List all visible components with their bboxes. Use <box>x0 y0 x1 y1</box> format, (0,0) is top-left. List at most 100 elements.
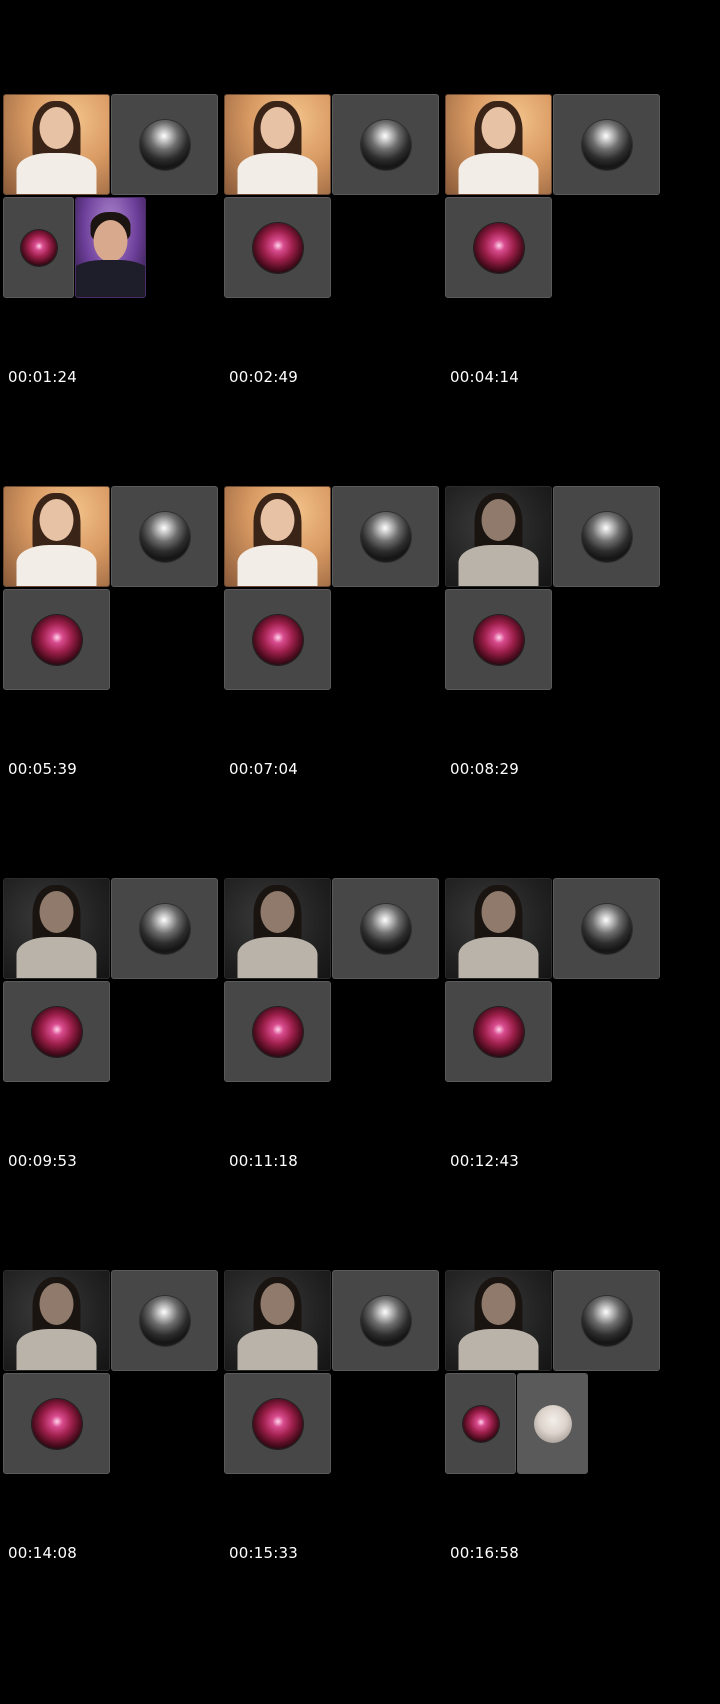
participant-avatar-tile[interactable] <box>445 1373 516 1474</box>
frame-timestamp: 00:09:53 <box>8 1152 77 1170</box>
participant-avatar-tile[interactable] <box>332 486 439 587</box>
person-silhouette <box>225 879 330 978</box>
person-silhouette <box>4 95 109 194</box>
participant-video-tile[interactable] <box>3 1270 110 1371</box>
participant-avatar-tile[interactable] <box>3 981 110 1082</box>
frame-timestamp: 00:05:39 <box>8 760 77 778</box>
participant-avatar-tile[interactable] <box>3 1373 110 1474</box>
avatar-icon <box>473 1006 524 1057</box>
participant-avatar-tile[interactable] <box>553 878 660 979</box>
participant-avatar-tile[interactable] <box>553 486 660 587</box>
participant-video-tile[interactable] <box>224 1270 331 1371</box>
person-silhouette <box>225 1271 330 1370</box>
frame-cell: 00:01:24 <box>3 0 243 425</box>
avatar-icon <box>473 222 524 273</box>
frame-cell: 00:11:18 <box>224 784 464 1209</box>
avatar-icon <box>139 1295 190 1346</box>
avatar-icon <box>31 1398 82 1449</box>
frame-cell: 00:08:29 <box>445 392 685 817</box>
avatar-icon <box>31 614 82 665</box>
avatar-icon <box>473 614 524 665</box>
participant-video-tile[interactable] <box>224 878 331 979</box>
avatar-icon <box>139 119 190 170</box>
person-silhouette <box>4 879 109 978</box>
participant-avatar-tile[interactable] <box>224 589 331 690</box>
avatar-icon <box>252 614 303 665</box>
participant-video-tile[interactable] <box>445 486 552 587</box>
frame-timestamp: 00:02:49 <box>229 368 298 386</box>
person-silhouette <box>76 198 145 297</box>
person-silhouette <box>4 1271 109 1370</box>
avatar-icon <box>252 222 303 273</box>
avatar-icon <box>581 1295 632 1346</box>
participant-avatar-tile[interactable] <box>445 981 552 1082</box>
frame-timestamp: 00:07:04 <box>229 760 298 778</box>
participant-avatar-tile[interactable] <box>224 981 331 1082</box>
frame-cell: 00:04:14 <box>445 0 685 425</box>
participant-avatar-tile[interactable] <box>553 94 660 195</box>
participant-avatar-tile[interactable] <box>3 197 74 298</box>
participant-avatar-tile[interactable] <box>445 197 552 298</box>
participant-video-tile[interactable] <box>445 94 552 195</box>
participant-video-tile[interactable] <box>3 486 110 587</box>
participant-avatar-tile[interactable] <box>111 486 218 587</box>
frame-cell: 00:07:04 <box>224 392 464 817</box>
avatar-icon <box>31 1006 82 1057</box>
avatar-icon <box>360 1295 411 1346</box>
participant-avatar-tile[interactable] <box>553 1270 660 1371</box>
participant-video-tile[interactable] <box>445 1270 552 1371</box>
participant-video-tile[interactable] <box>445 878 552 979</box>
frame-cell: 00:05:39 <box>3 392 243 817</box>
person-silhouette <box>446 879 551 978</box>
person-silhouette <box>4 487 109 586</box>
participant-avatar-tile[interactable] <box>224 1373 331 1474</box>
participant-avatar-tile[interactable] <box>111 1270 218 1371</box>
participant-avatar-tile[interactable] <box>111 94 218 195</box>
frame-timestamp: 00:08:29 <box>450 760 519 778</box>
frame-timestamp: 00:01:24 <box>8 368 77 386</box>
avatar-icon <box>139 511 190 562</box>
participant-avatar-tile[interactable] <box>332 94 439 195</box>
participant-avatar-tile[interactable] <box>445 589 552 690</box>
frame-cell: 00:16:58 <box>445 1176 685 1601</box>
frame-timestamp: 00:14:08 <box>8 1544 77 1562</box>
avatar-icon <box>252 1398 303 1449</box>
avatar-icon <box>139 903 190 954</box>
participant-avatar-tile[interactable] <box>3 589 110 690</box>
participant-video-tile[interactable] <box>3 878 110 979</box>
person-silhouette <box>225 95 330 194</box>
participant-avatar-tile[interactable] <box>332 1270 439 1371</box>
avatar-icon <box>533 1404 572 1443</box>
frame-timestamp: 00:04:14 <box>450 368 519 386</box>
participant-avatar-tile[interactable] <box>517 1373 588 1474</box>
frame-cell: 00:02:49 <box>224 0 464 425</box>
person-silhouette <box>446 95 551 194</box>
person-silhouette <box>446 1271 551 1370</box>
avatar-icon <box>360 511 411 562</box>
avatar-icon <box>360 903 411 954</box>
participant-video-tile[interactable] <box>75 197 146 298</box>
frame-cell: 00:14:08 <box>3 1176 243 1601</box>
avatar-icon <box>581 903 632 954</box>
frame-timestamp: 00:15:33 <box>229 1544 298 1562</box>
participant-video-tile[interactable] <box>3 94 110 195</box>
participant-video-tile[interactable] <box>224 94 331 195</box>
avatar-icon <box>581 511 632 562</box>
avatar-icon <box>360 119 411 170</box>
person-silhouette <box>225 487 330 586</box>
participant-avatar-tile[interactable] <box>111 878 218 979</box>
participant-avatar-tile[interactable] <box>332 878 439 979</box>
avatar-icon <box>252 1006 303 1057</box>
frame-timestamp: 00:11:18 <box>229 1152 298 1170</box>
avatar-icon <box>20 229 57 266</box>
avatar-icon <box>462 1405 499 1442</box>
participant-video-tile[interactable] <box>224 486 331 587</box>
person-silhouette <box>446 487 551 586</box>
frame-timestamp: 00:16:58 <box>450 1544 519 1562</box>
frame-timestamp: 00:12:43 <box>450 1152 519 1170</box>
frame-cell: 00:12:43 <box>445 784 685 1209</box>
avatar-icon <box>581 119 632 170</box>
frame-cell: 00:15:33 <box>224 1176 464 1601</box>
participant-avatar-tile[interactable] <box>224 197 331 298</box>
frame-cell: 00:09:53 <box>3 784 243 1209</box>
